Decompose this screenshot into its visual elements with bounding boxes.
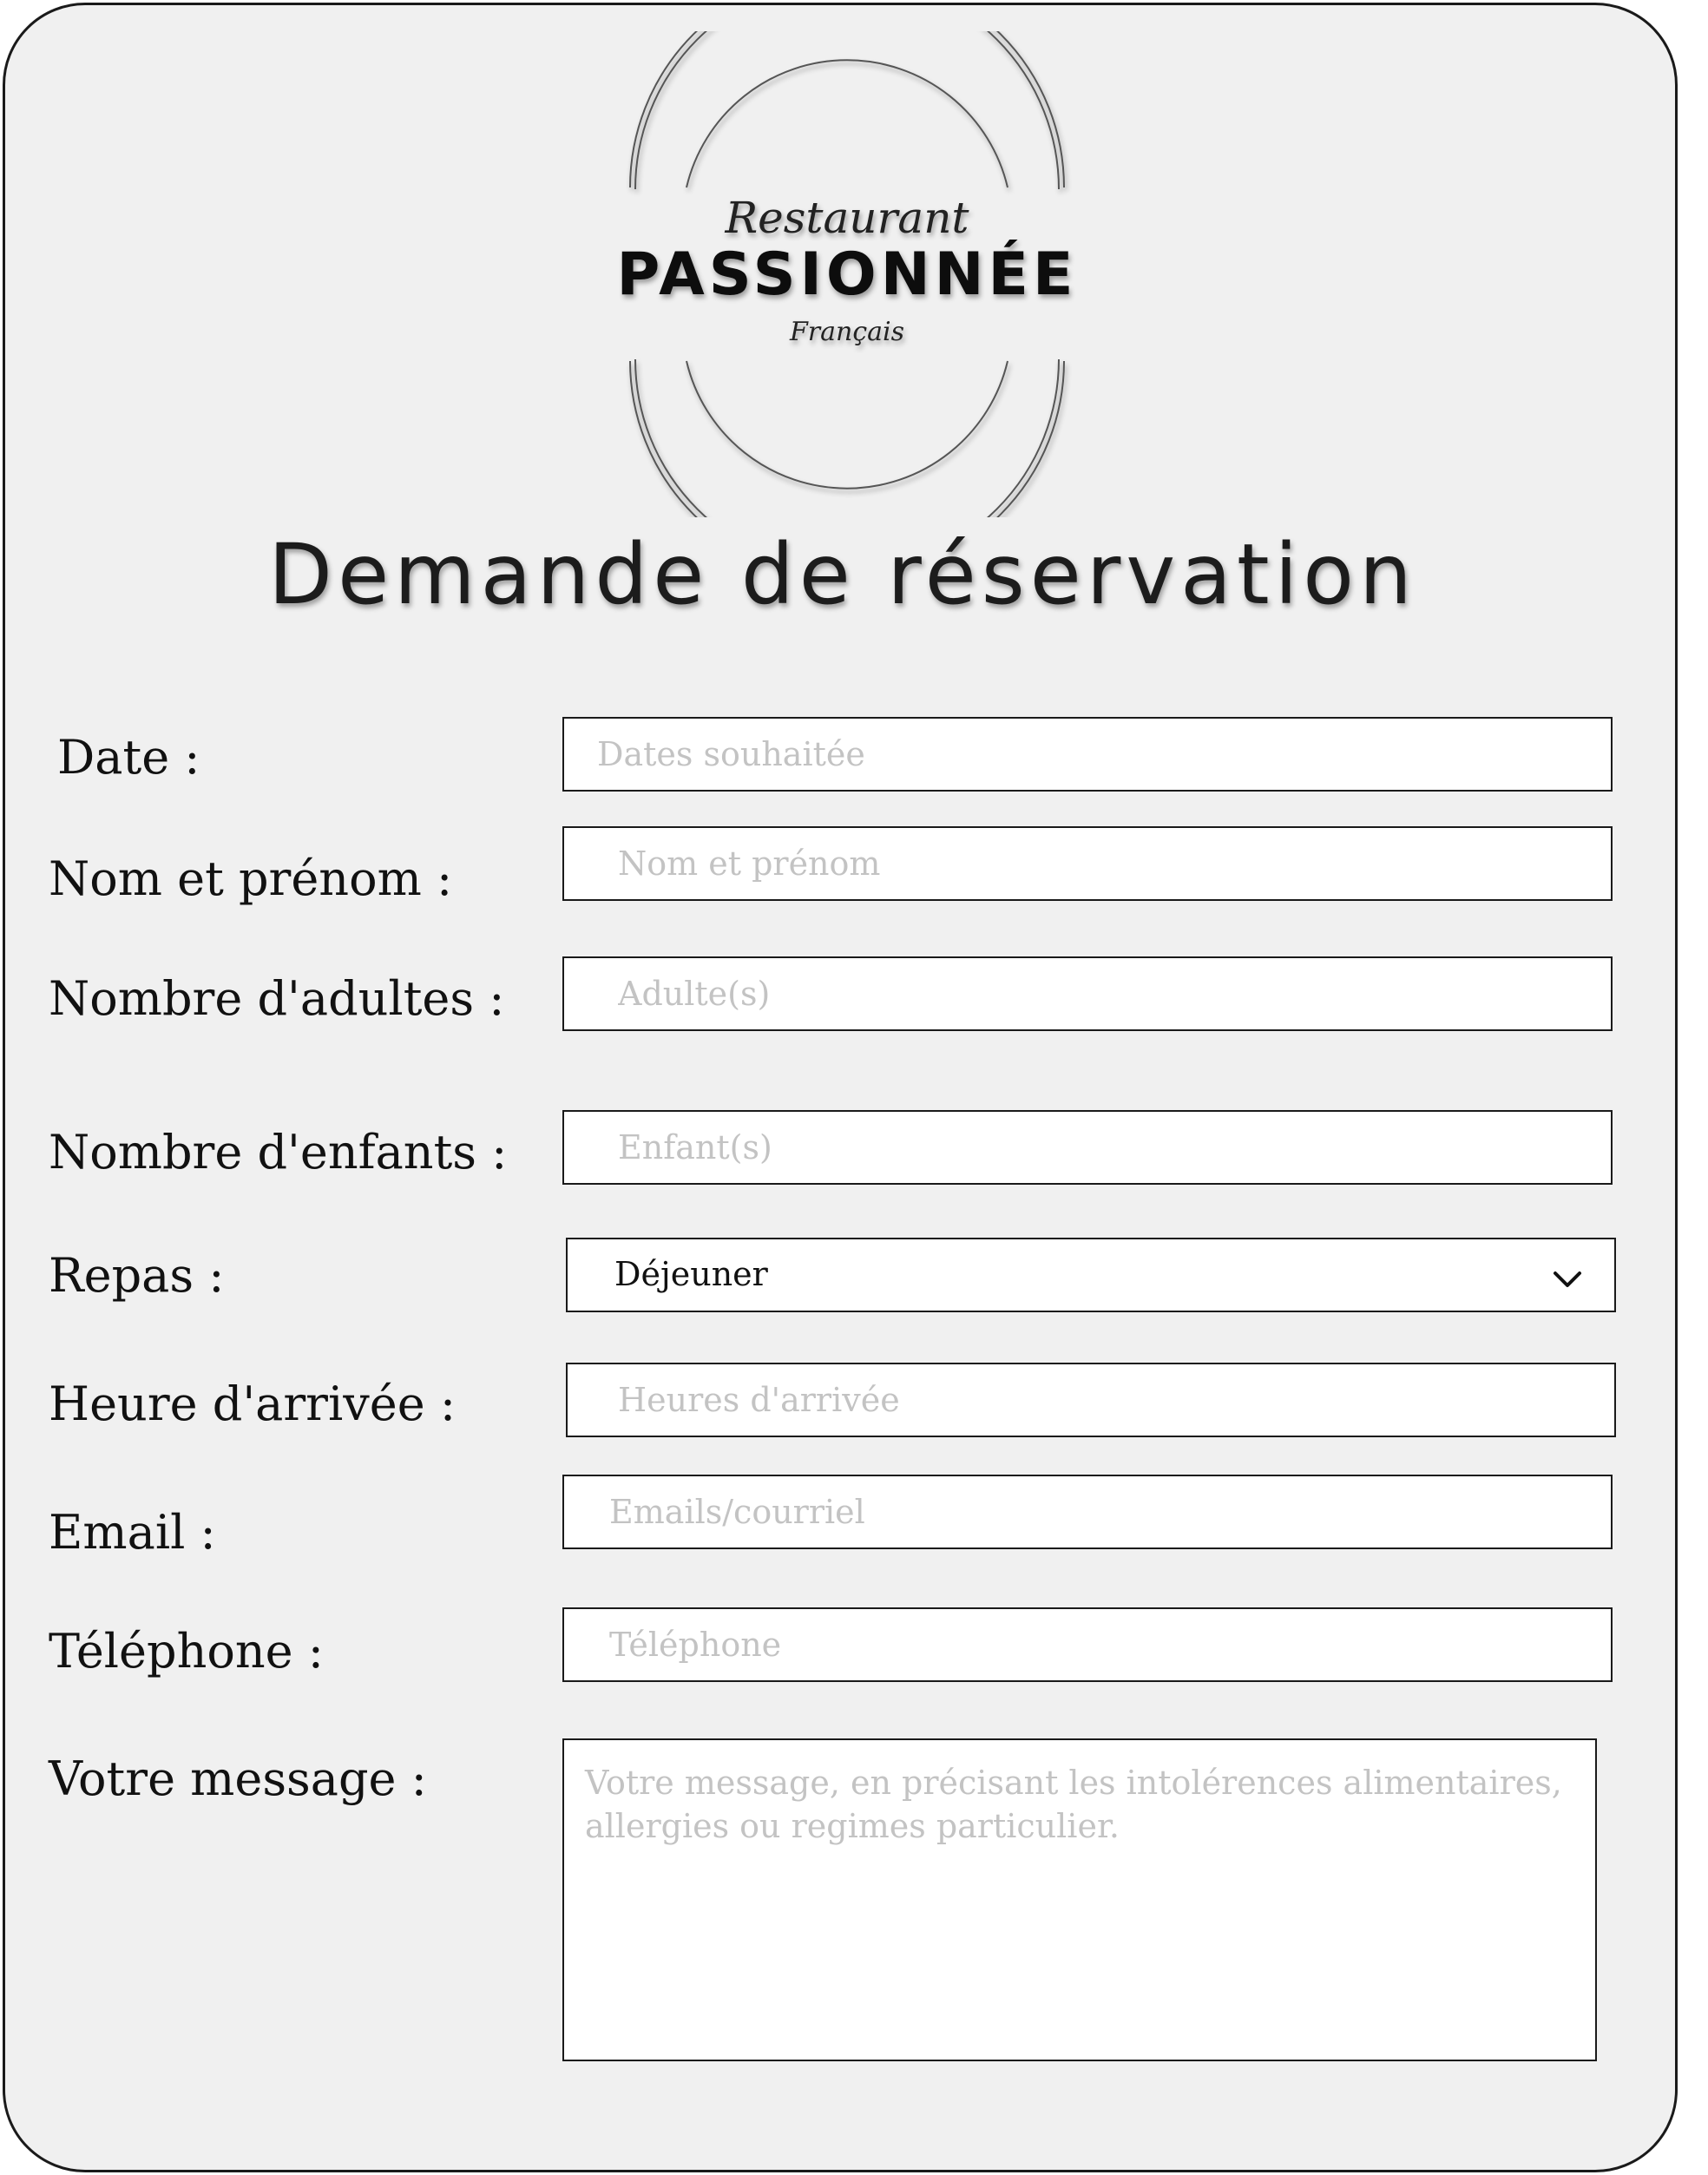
date-input[interactable] bbox=[562, 717, 1613, 792]
children-label: Nombre d'enfants : bbox=[49, 1125, 508, 1179]
adults-input[interactable] bbox=[562, 956, 1613, 1031]
arrival-input[interactable] bbox=[566, 1363, 1616, 1437]
logo-restaurant-text: Restaurant bbox=[724, 193, 969, 243]
chevron-down-icon[interactable] bbox=[1550, 1262, 1585, 1297]
arrival-label: Heure d'arrivée : bbox=[49, 1377, 457, 1431]
page-title: Demande de réservation bbox=[268, 526, 1417, 623]
name-input[interactable] bbox=[562, 826, 1613, 901]
email-input[interactable] bbox=[562, 1475, 1613, 1549]
phone-input[interactable] bbox=[562, 1607, 1613, 1682]
reservation-card: Restaurant PASSIONNÉE Français Demande d… bbox=[3, 3, 1678, 2172]
message-textarea[interactable] bbox=[562, 1738, 1597, 2061]
logo-brand-text: PASSIONNÉE bbox=[617, 240, 1078, 309]
name-label: Nom et prénom : bbox=[49, 851, 453, 906]
restaurant-logo: Restaurant PASSIONNÉE Français bbox=[617, 31, 1078, 517]
logo-francais-text: Français bbox=[789, 317, 904, 347]
meal-select[interactable]: Déjeuner bbox=[566, 1238, 1616, 1312]
phone-label: Téléphone : bbox=[49, 1624, 324, 1679]
message-label: Votre message : bbox=[49, 1751, 427, 1806]
meal-select-value: Déjeuner bbox=[614, 1255, 768, 1293]
email-label: Email : bbox=[49, 1505, 216, 1560]
meal-label: Repas : bbox=[49, 1248, 225, 1303]
date-label: Date : bbox=[57, 730, 200, 785]
children-input[interactable] bbox=[562, 1110, 1613, 1185]
adults-label: Nombre d'adultes : bbox=[49, 971, 505, 1026]
